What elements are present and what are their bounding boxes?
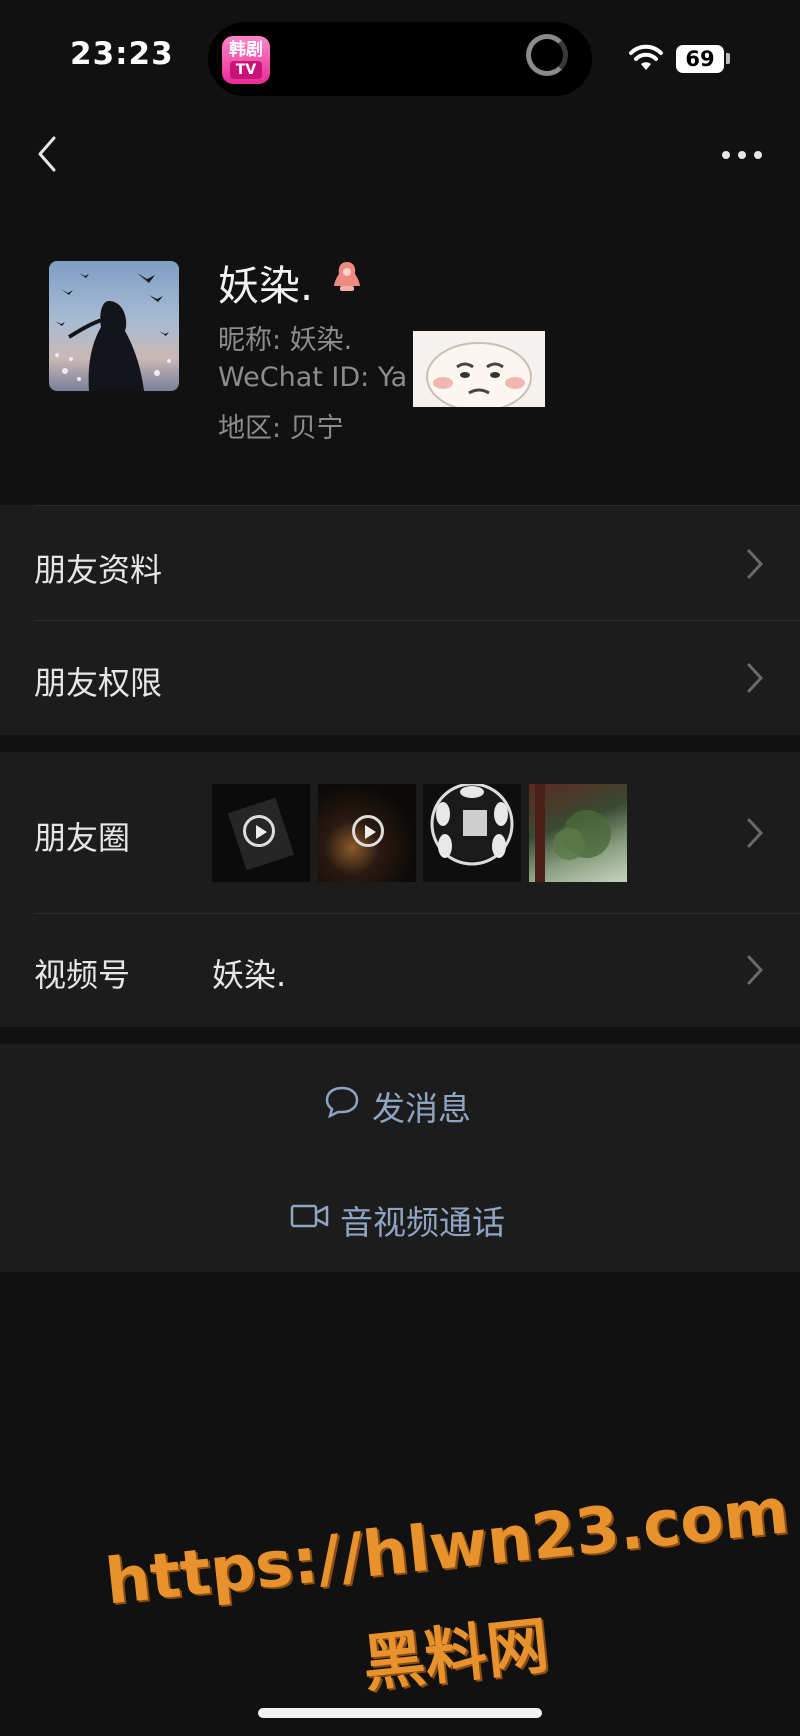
region-text: 地区: 贝宁	[218, 413, 344, 444]
female-icon	[334, 262, 360, 291]
wechat-id-text: WeChat ID: Ya	[218, 362, 408, 393]
watermark-url: https://hlwn23.com	[102, 1474, 793, 1619]
send-message-button[interactable]: 发消息	[300, 1078, 500, 1128]
moments-thumbnail	[423, 784, 521, 882]
avatar[interactable]	[49, 261, 179, 391]
moments-thumbnail	[318, 784, 416, 882]
battery-indicator: 69	[676, 45, 724, 73]
app-icon-label: 韩剧	[229, 40, 263, 60]
back-icon[interactable]	[30, 134, 70, 174]
chat-bubble-icon	[325, 1086, 359, 1119]
avatar-image	[55, 273, 171, 391]
chevron-right-icon	[747, 663, 764, 693]
home-indicator[interactable]	[258, 1708, 542, 1718]
activity-ring-icon	[526, 34, 568, 76]
dynamic-island: 韩剧 TV	[208, 22, 592, 96]
send-message-label: 发消息	[372, 1089, 471, 1128]
more-icon[interactable]	[718, 143, 766, 167]
record-image	[430, 784, 514, 866]
moments-thumbnail	[529, 784, 627, 882]
status-time: 23:23	[70, 36, 174, 72]
friend-profile-label: 朋友资料	[34, 551, 163, 589]
video-call-button[interactable]: 音视频通话	[288, 1192, 528, 1242]
friend-permissions-label: 朋友权限	[34, 664, 163, 702]
watermark-site-name: 黑料网	[359, 1608, 553, 1701]
chevron-right-icon	[747, 955, 764, 985]
moments-label: 朋友圈	[34, 819, 131, 857]
battery-tip	[726, 53, 730, 64]
chevron-right-icon	[747, 549, 764, 579]
app-icon-sublabel: TV	[230, 61, 262, 79]
wifi-icon	[629, 44, 663, 70]
video-call-label: 音视频通话	[340, 1203, 505, 1242]
chevron-right-icon	[747, 818, 764, 848]
profile-name: 妖染.	[218, 262, 314, 310]
play-icon	[243, 815, 275, 847]
play-icon	[352, 815, 384, 847]
sticker-overlay	[413, 331, 545, 407]
app-icon[interactable]: 韩剧 TV	[222, 36, 270, 84]
moments-thumbnail	[212, 784, 310, 882]
meme-face-image	[426, 342, 532, 407]
channels-label: 视频号	[34, 956, 131, 994]
tree-image	[535, 784, 611, 882]
video-camera-icon	[290, 1204, 329, 1228]
nickname-text: 昵称: 妖染.	[218, 325, 353, 356]
channels-value: 妖染.	[212, 956, 287, 994]
